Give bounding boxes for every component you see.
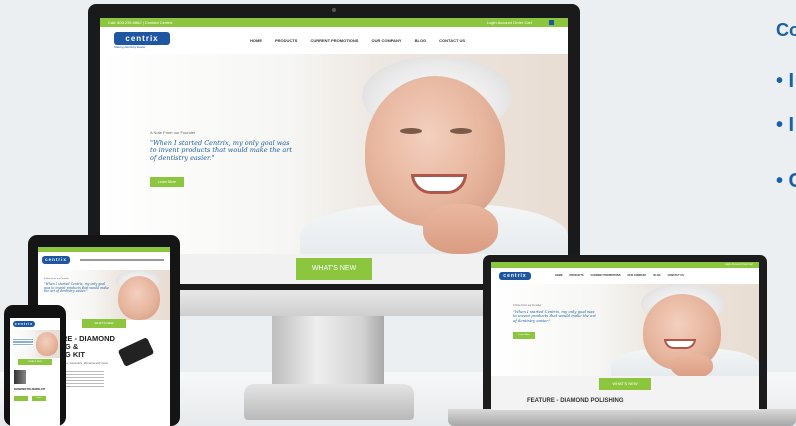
laptop-hero-smile xyxy=(664,339,696,349)
nav-company[interactable]: OUR COMPANY xyxy=(371,38,401,43)
monitor-stand-base xyxy=(244,384,414,420)
phone-product-title: DIAMOND POLISHING KIT xyxy=(14,388,46,391)
tablet-logo[interactable]: centrix xyxy=(42,256,70,264)
laptop-whats-new-section: WHAT'S NEW FEATURE - DIAMOND POLISHING xyxy=(491,376,759,410)
logo-tagline: Making Dentistry Easier xyxy=(114,45,146,49)
whats-new-button[interactable]: WHAT'S NEW xyxy=(296,258,372,280)
laptop-nav-menu: HOME PRODUCTS CURRENT PROMOTIONS OUR COM… xyxy=(555,274,684,277)
monitor-nav-menu: HOME PRODUCTS CURRENT PROMOTIONS OUR COM… xyxy=(250,38,465,43)
laptop-nav-contact[interactable]: CONTACT US xyxy=(668,274,684,277)
monitor-navbar: centrix Making Dentistry Easier HOME PRO… xyxy=(100,27,568,54)
phone-whats-new-button[interactable]: WHAT'S NEW xyxy=(18,359,52,365)
hero-quote: "When I started Centrix, my only goal wa… xyxy=(150,139,292,162)
tablet-nav-menu[interactable] xyxy=(80,259,164,261)
nav-products[interactable]: PRODUCTS xyxy=(275,38,297,43)
phone-hero-portrait xyxy=(36,332,58,356)
tablet-hero-portrait xyxy=(118,276,160,320)
tablet-navbar: centrix xyxy=(38,252,170,270)
monitor-logo[interactable]: centrix Making Dentistry Easier xyxy=(114,32,170,49)
hero-eye-right xyxy=(450,128,472,134)
side-heading: Co xyxy=(776,20,796,40)
hero-learn-more-button[interactable]: Learn More xyxy=(150,177,184,187)
laptop-whats-new-button[interactable]: WHAT'S NEW xyxy=(599,378,651,390)
monitor-stand-neck xyxy=(272,316,384,390)
laptop-account-links[interactable]: Login Account Order Cart xyxy=(725,263,753,266)
laptop-nav-company[interactable]: OUR COMPANY xyxy=(628,274,647,277)
laptop-screen: Login Account Order Cart centrix HOME PR… xyxy=(491,262,759,410)
side-bullet-3: • C xyxy=(776,170,796,192)
laptop-nav-blog[interactable]: BLOG xyxy=(653,274,660,277)
tablet-whats-new-button[interactable]: WHAT'S NEW xyxy=(82,319,126,328)
laptop-base xyxy=(448,409,796,426)
tablet-hero-quote: "When I started Centrix, my only goal wa… xyxy=(44,282,109,294)
monitor-topbar: Call: 800.235.5862 | Contact Centrix Log… xyxy=(100,18,568,27)
nav-contact[interactable]: CONTACT US xyxy=(439,38,465,43)
nav-promotions[interactable]: CURRENT PROMOTIONS xyxy=(310,38,358,43)
topbar-contact[interactable]: Call: 800.235.5862 | Contact Centrix xyxy=(108,20,172,25)
phone-logo[interactable]: centrix xyxy=(13,321,35,327)
hero-small-heading: A Note From our Founder xyxy=(150,130,196,135)
laptop-hero-hand xyxy=(671,354,713,376)
laptop-learn-more-button[interactable]: Learn More xyxy=(513,332,535,339)
laptop-nav-home[interactable]: HOME xyxy=(555,274,563,277)
side-bullet-2: • I xyxy=(776,114,795,136)
side-bullet-1: • I xyxy=(776,70,795,92)
cart-icon[interactable] xyxy=(549,20,554,25)
laptop-nav-products[interactable]: PRODUCTS xyxy=(570,274,584,277)
hero-eye-left xyxy=(400,128,422,134)
laptop-hero-small-heading: A Note From our Founder xyxy=(513,304,542,307)
tablet-hero-small-heading: A Note From our Founder xyxy=(44,278,69,280)
laptop-navbar: centrix HOME PRODUCTS CURRENT PROMOTIONS… xyxy=(491,268,759,284)
phone-hero-quote-lines xyxy=(13,338,33,346)
topbar-account-links[interactable]: Login Account Order Cart xyxy=(487,18,532,27)
nav-blog[interactable]: BLOG xyxy=(415,38,427,43)
laptop-nav-promotions[interactable]: CURRENT PROMOTIONS xyxy=(591,274,621,277)
hero-hand xyxy=(423,204,498,254)
phone-product-image xyxy=(14,370,26,384)
hero-portrait xyxy=(365,76,505,226)
nav-home[interactable]: HOME xyxy=(250,38,262,43)
laptop-hero: A Note From our Founder "When I started … xyxy=(491,284,759,376)
monitor-hero: A Note From our Founder "When I started … xyxy=(100,54,568,254)
phone-screen: centrix WHAT'S NEW DIAMOND POLISHING KIT… xyxy=(10,318,60,426)
laptop-feature-heading: FEATURE - DIAMOND POLISHING xyxy=(527,398,624,404)
phone-hero xyxy=(10,330,60,358)
phone-action-button-b[interactable]: learn xyxy=(32,396,46,401)
laptop-logo[interactable]: centrix xyxy=(499,272,531,280)
camera-icon xyxy=(332,8,336,12)
tablet-product-kit-image xyxy=(117,337,155,367)
logo-wordmark: centrix xyxy=(114,32,170,45)
laptop-hero-quote: "When I started Centrix, my only goal wa… xyxy=(513,309,596,323)
phone-action-button-a[interactable] xyxy=(14,396,28,401)
